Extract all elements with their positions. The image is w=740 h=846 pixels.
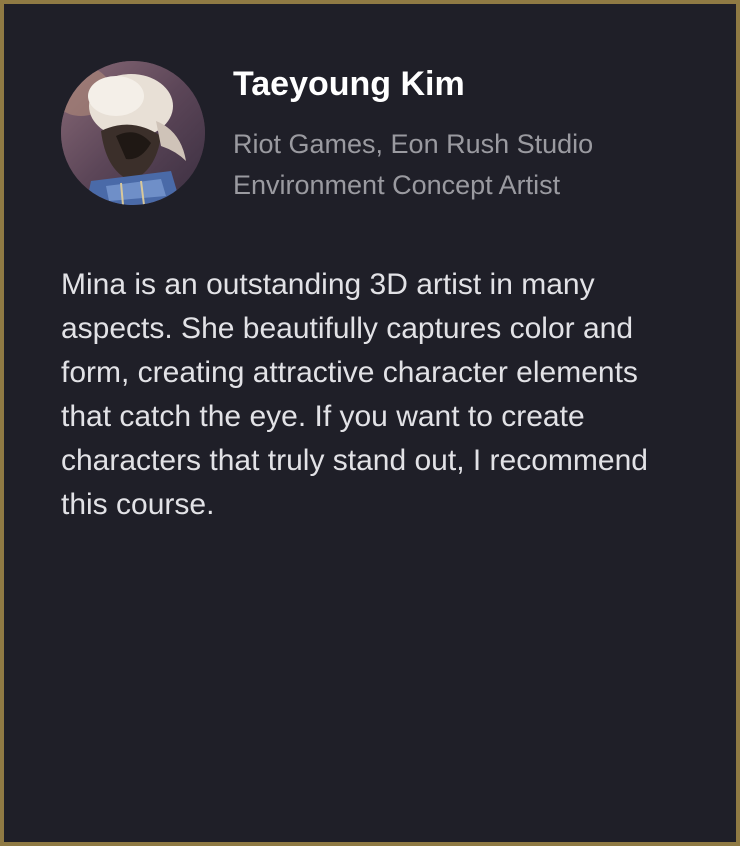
avatar-artwork xyxy=(61,61,205,205)
testimonial-quote: Mina is an outstanding 3D artist in many… xyxy=(61,268,648,521)
reviewer-meta: Riot Games, Eon Rush Studio Environment … xyxy=(233,124,593,206)
testimonial-card: Taeyoung Kim Riot Games, Eon Rush Studio… xyxy=(0,0,740,846)
reviewer-name: Taeyoung Kim xyxy=(233,65,465,103)
reviewer-company: Riot Games, Eon Rush Studio xyxy=(233,129,594,159)
reviewer-role: Environment Concept Artist xyxy=(233,170,561,200)
avatar xyxy=(61,61,205,205)
